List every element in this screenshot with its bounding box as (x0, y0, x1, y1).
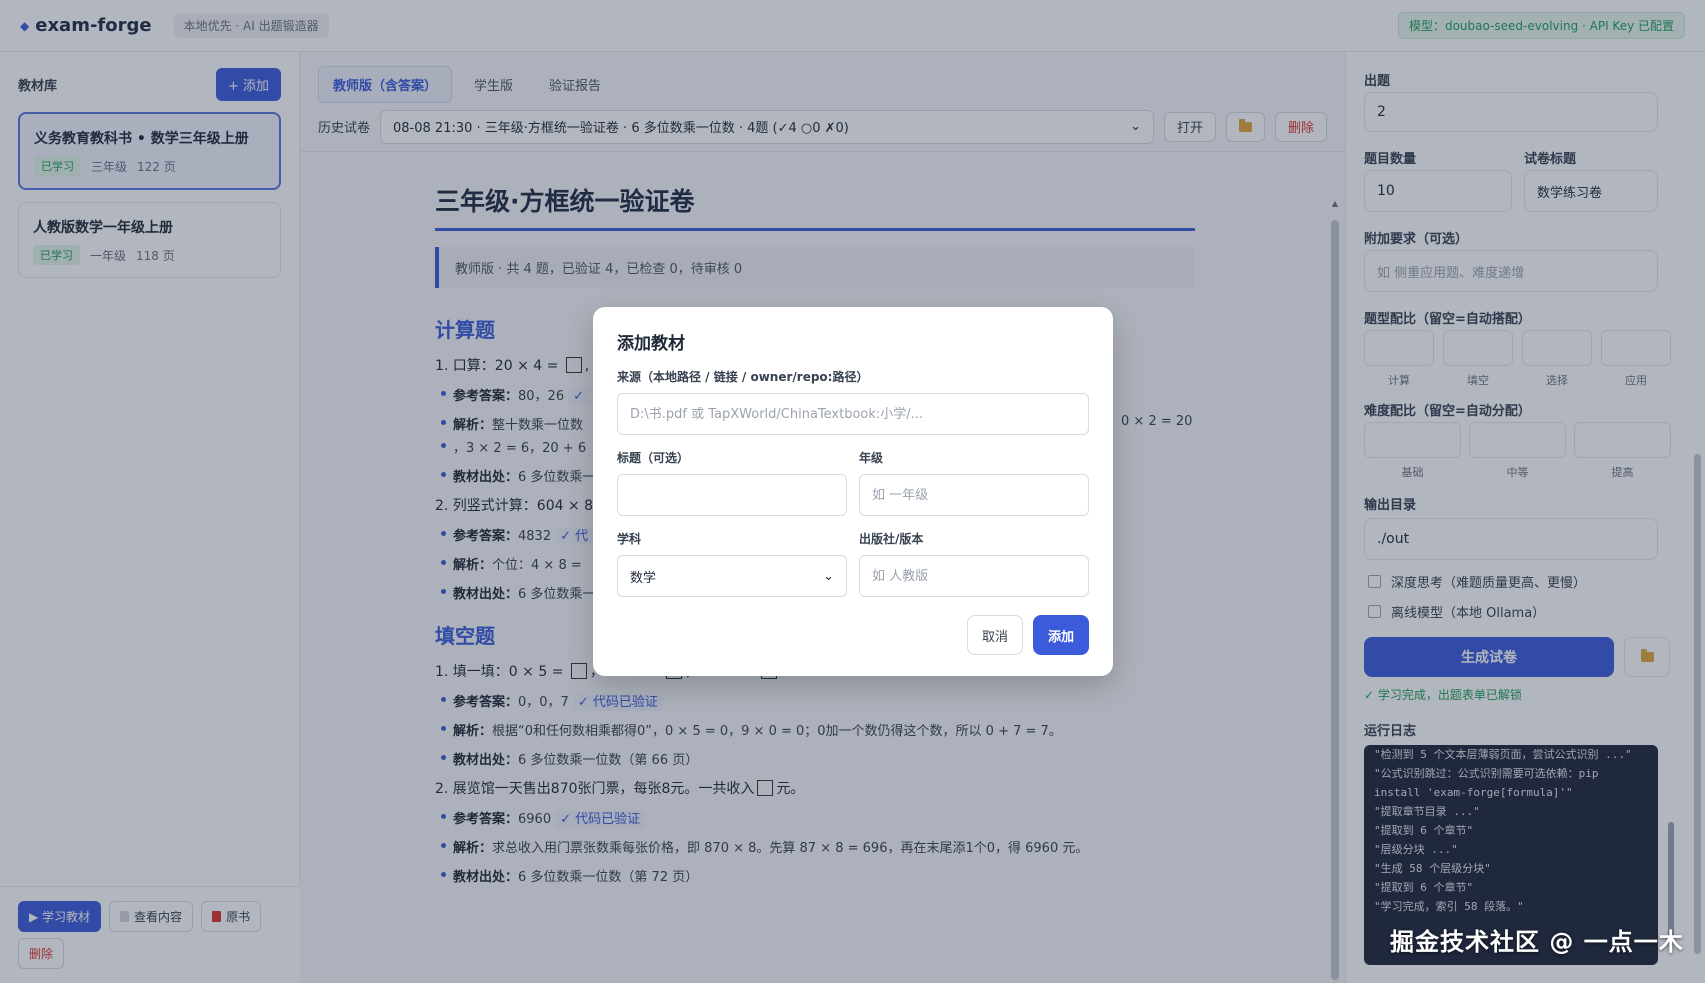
publisher-input[interactable] (859, 555, 1089, 597)
cancel-button[interactable]: 取消 (966, 615, 1023, 655)
subject-select[interactable]: 数学 ⌄ (617, 555, 847, 597)
chevron-down-icon: ⌄ (823, 568, 834, 584)
title-label: 标题（可选） (617, 451, 690, 465)
watermark-text: 掘金技术社区 @ 一点一木 (1390, 928, 1684, 956)
source-input[interactable] (617, 393, 1089, 435)
subject-value: 数学 (630, 570, 657, 586)
dialog-title: 添加教材 (617, 334, 685, 354)
source-label: 来源（本地路径 / 链接 / owner/repo:路径） (617, 370, 869, 384)
subject-label: 学科 (617, 532, 642, 546)
grade-input[interactable] (859, 474, 1089, 516)
grade-label: 年级 (859, 451, 884, 465)
publisher-label: 出版社/版本 (859, 532, 924, 546)
add-textbook-dialog: 添加教材 来源（本地路径 / 链接 / owner/repo:路径） 标题（可选… (593, 307, 1113, 676)
title-input[interactable] (617, 474, 847, 516)
confirm-add-button[interactable]: 添加 (1032, 615, 1089, 655)
